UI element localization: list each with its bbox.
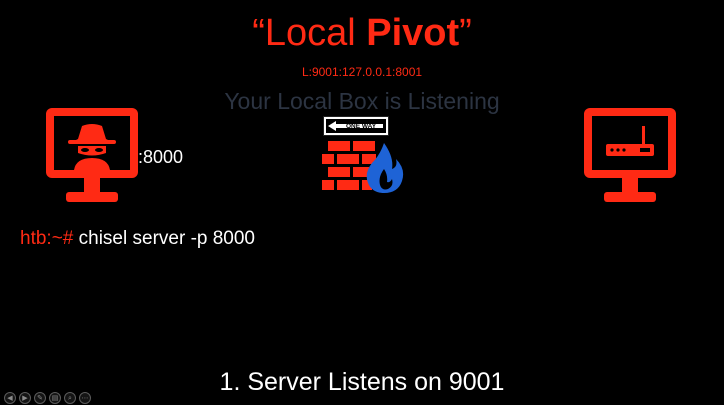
previous-slide-button[interactable]: ◀	[4, 392, 16, 404]
firewall-icon	[322, 141, 404, 193]
terminal-command: htb:~# chisel server -p 8000	[20, 227, 255, 251]
slides-overview-button[interactable]: ▤	[49, 392, 61, 404]
presentation-controls: ◀ ▶ ✎ ▤ ⌕ ⋯	[4, 392, 91, 404]
slide-canvas: “Local Pivot” L:9001:127.0.0.1:8001 Your…	[0, 0, 724, 405]
zoom-button[interactable]: ⌕	[64, 392, 76, 404]
router-monitor-icon	[584, 108, 676, 202]
command-text: chisel server -p 8000	[78, 228, 256, 249]
command-prompt: htb:~#	[20, 228, 79, 249]
pen-tool-button[interactable]: ✎	[34, 392, 46, 404]
more-options-button[interactable]: ⋯	[79, 392, 91, 404]
title-quote-close: ”	[459, 12, 472, 54]
slide-subtitle: L:9001:127.0.0.1:8001	[301, 65, 423, 79]
title-regular: Local	[264, 12, 367, 54]
title-bold: Pivot	[366, 12, 460, 54]
title-quote-open: “	[252, 12, 265, 54]
slide-title: “Local Pivot”	[0, 10, 724, 56]
next-slide-button[interactable]: ▶	[19, 392, 31, 404]
step-caption: 1. Server Listens on 9001	[219, 368, 505, 396]
one-way-sign-icon: ONE WAY	[323, 116, 389, 136]
hacker-monitor-icon	[46, 108, 138, 202]
oneway-sign-text: ONE WAY	[346, 123, 377, 130]
port-label: :8000	[138, 147, 184, 167]
